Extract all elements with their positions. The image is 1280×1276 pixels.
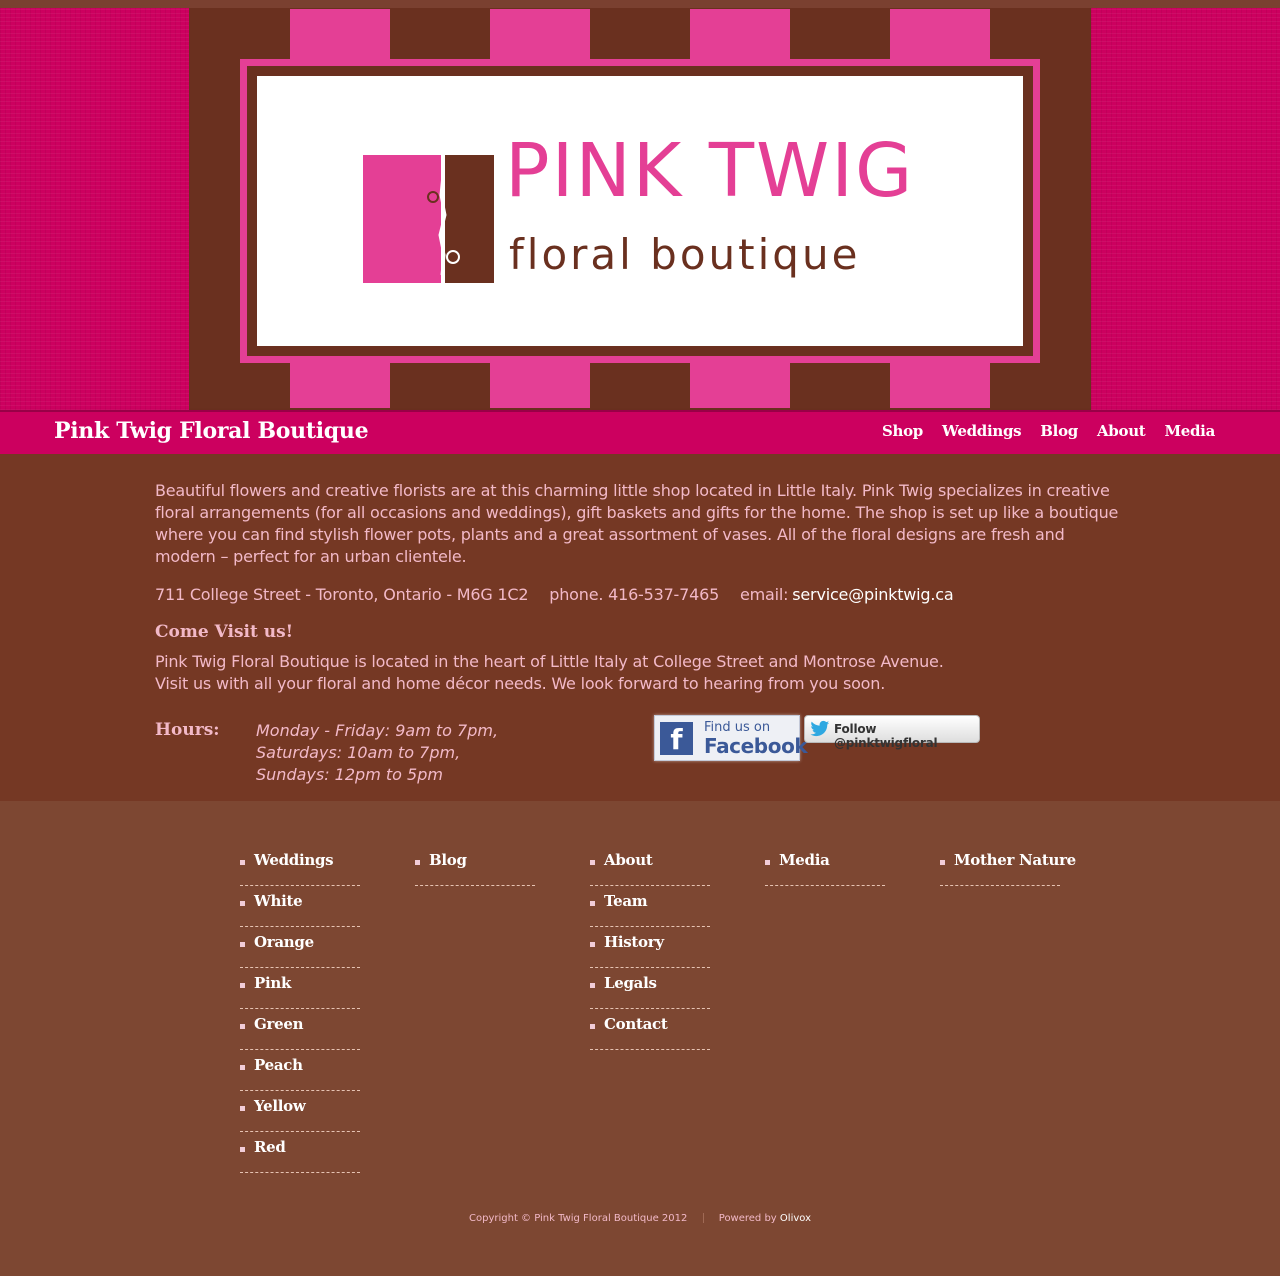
footer-link-weddings[interactable]: Weddings — [254, 851, 334, 869]
hero-stripe — [890, 362, 990, 408]
hero-stripe — [290, 9, 390, 59]
footer-item: About — [590, 845, 710, 886]
phone: phone. 416-537-7465 — [549, 585, 720, 604]
footer-link-orange[interactable]: Orange — [254, 933, 314, 951]
footer-column-blog: Blog — [415, 845, 535, 886]
facebook-line-1: Find us on — [704, 720, 771, 735]
footer-item: History — [590, 927, 710, 968]
footer-link-peach[interactable]: Peach — [254, 1056, 303, 1074]
copyright-bar: Copyright © Pink Twig Floral Boutique 20… — [0, 1213, 1280, 1224]
nav-links: Shop Weddings Blog About Media — [882, 422, 1215, 440]
nav-link-media[interactable]: Media — [1164, 422, 1215, 440]
footer-item: Red — [240, 1132, 360, 1173]
hero-stripe — [490, 362, 590, 408]
nav-link-weddings[interactable]: Weddings — [942, 422, 1022, 440]
visit-line-2: Visit us with all your floral and home d… — [155, 674, 886, 693]
address: 711 College Street - Toronto, Ontario - … — [155, 585, 529, 604]
email-label: email: — [739, 585, 789, 604]
logo-title: PINK TWIG — [505, 128, 915, 214]
hero-stripe — [690, 9, 790, 59]
footer-item: Contact — [590, 1009, 710, 1050]
footer-column-about: About Team History Legals Contact — [590, 845, 710, 1050]
nav-link-about[interactable]: About — [1097, 422, 1146, 440]
nav-link-blog[interactable]: Blog — [1040, 422, 1078, 440]
facebook-line-2: Facebook — [704, 734, 808, 758]
hero-left-panel — [0, 8, 189, 410]
hero-stripe — [890, 9, 990, 59]
hero-banner: PINK TWIG floral boutique — [0, 0, 1280, 410]
hours-sunday: Sundays: 12pm to 5pm — [256, 765, 443, 784]
footer-link-blog[interactable]: Blog — [429, 851, 467, 869]
footer-item: Orange — [240, 927, 360, 968]
footer-column-weddings: Weddings White Orange Pink Green Peach Y… — [240, 845, 360, 1173]
hero-top-border — [0, 0, 1280, 8]
footer-link-media[interactable]: Media — [779, 851, 830, 869]
footer-link-legals[interactable]: Legals — [604, 974, 657, 992]
powered-by-label: Powered by — [718, 1213, 777, 1224]
hours-list: Monday - Friday: 9am to 7pm, Saturdays: … — [256, 720, 498, 786]
footer-link-red[interactable]: Red — [254, 1138, 286, 1156]
footer-item: Blog — [415, 845, 535, 886]
footer-column-mother-nature: Mother Nature — [940, 845, 1076, 886]
twitter-follow-button[interactable]: Follow @pinktwigfloral — [804, 715, 980, 750]
twitter-label: Follow @pinktwigfloral — [834, 722, 938, 750]
email-link[interactable]: service@pinktwig.ca — [792, 585, 953, 604]
footer-item: White — [240, 886, 360, 927]
hero-stripe — [290, 362, 390, 408]
hours-weekday: Monday - Friday: 9am to 7pm, — [256, 721, 499, 740]
logo: PINK TWIG floral boutique — [257, 76, 1023, 346]
footer-item: Green — [240, 1009, 360, 1050]
footer-item: Pink — [240, 968, 360, 1009]
footer-link-pink[interactable]: Pink — [254, 974, 291, 992]
footer: Weddings White Orange Pink Green Peach Y… — [0, 801, 1280, 1276]
footer-link-history[interactable]: History — [604, 933, 664, 951]
footer-link-about[interactable]: About — [604, 851, 653, 869]
footer-link-green[interactable]: Green — [254, 1015, 304, 1033]
main-navbar: Pink Twig Floral Boutique Shop Weddings … — [0, 410, 1280, 454]
hero-stripe — [690, 362, 790, 408]
footer-item: Yellow — [240, 1091, 360, 1132]
divider — [702, 1213, 704, 1223]
twitter-bird-icon — [810, 720, 830, 737]
footer-link-yellow[interactable]: Yellow — [254, 1097, 306, 1115]
footer-item: Weddings — [240, 845, 360, 886]
footer-link-mother-nature[interactable]: Mother Nature — [954, 851, 1076, 869]
powered-by-link[interactable]: Olivox — [780, 1213, 811, 1224]
visit-heading: Come Visit us! — [155, 622, 294, 642]
hero-right-panel — [1091, 8, 1280, 410]
copyright-text: Copyright © Pink Twig Floral Boutique 20… — [469, 1213, 688, 1224]
footer-item: Legals — [590, 968, 710, 1009]
footer-item: Mother Nature — [940, 845, 1076, 886]
nav-link-shop[interactable]: Shop — [882, 422, 923, 440]
intro-paragraph: Beautiful flowers and creative florists … — [155, 481, 1119, 566]
footer-item: Peach — [240, 1050, 360, 1091]
logo-frame-inner: PINK TWIG floral boutique — [247, 66, 1033, 356]
hours-label: Hours: — [155, 720, 220, 740]
hours-saturday: Saturdays: 10am to 7pm, — [256, 743, 461, 762]
contact-line: 711 College Street - Toronto, Ontario - … — [155, 584, 1130, 606]
hero-stripe — [490, 9, 590, 59]
footer-column-media: Media — [765, 845, 885, 886]
footer-link-white[interactable]: White — [254, 892, 303, 910]
logo-frame: PINK TWIG floral boutique — [240, 59, 1040, 363]
logo-mark-icon — [363, 155, 494, 283]
visit-line-1: Pink Twig Floral Boutique is located in … — [155, 652, 944, 671]
visit-text: Pink Twig Floral Boutique is located in … — [155, 651, 1130, 695]
site-brand[interactable]: Pink Twig Floral Boutique — [54, 418, 369, 444]
footer-item: Media — [765, 845, 885, 886]
facebook-icon: f — [660, 722, 693, 756]
main-content: Beautiful flowers and creative florists … — [0, 454, 1280, 801]
footer-link-contact[interactable]: Contact — [604, 1015, 668, 1033]
footer-link-team[interactable]: Team — [604, 892, 648, 910]
footer-item: Team — [590, 886, 710, 927]
logo-subtitle: floral boutique — [509, 230, 861, 279]
facebook-button[interactable]: f Find us on Facebook — [654, 715, 808, 761]
